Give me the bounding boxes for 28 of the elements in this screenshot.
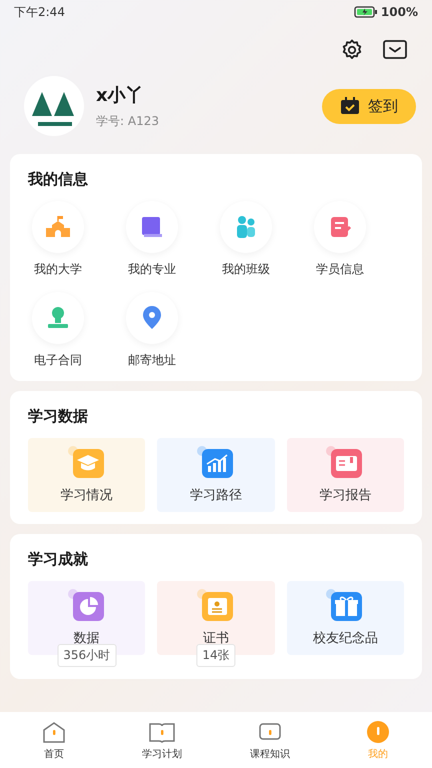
tab[interactable]: 课程知识 [230, 720, 310, 760]
status-time: 下午2:44 [14, 4, 65, 20]
pie-chart-icon [68, 589, 106, 623]
section-title: 我的信息 [28, 170, 88, 189]
battery-icon [354, 6, 378, 18]
tab[interactable]: 学习计划 [122, 720, 202, 760]
student-id: 学号: A123 [96, 112, 160, 130]
study-tile[interactable]: 学习情况 [28, 438, 146, 512]
certificate-icon [196, 589, 235, 623]
graduation-cap-icon [68, 446, 106, 480]
tab[interactable]: 首页 [14, 720, 94, 760]
report-icon [326, 446, 364, 480]
study-tile[interactable]: 学习报告 [286, 438, 404, 512]
battery-percent: 100% [380, 5, 418, 19]
bar-chart-icon [196, 446, 235, 480]
user-name: x小丫 [96, 84, 145, 106]
check-in-button[interactable]: 签到 [322, 88, 416, 124]
count-badge: 356小时 [57, 644, 116, 667]
mail-icon[interactable] [382, 39, 408, 61]
section-title: 学习数据 [28, 407, 88, 426]
count-badge: 14张 [196, 644, 236, 667]
avatar [24, 76, 84, 136]
achievement-tile[interactable]: 校友纪念品 [286, 581, 404, 655]
section-title: 学习成就 [28, 550, 88, 569]
study-tile[interactable]: 学习路径 [157, 438, 275, 512]
settings-icon[interactable] [340, 38, 364, 62]
gift-icon [326, 589, 364, 623]
calendar-check-icon [340, 97, 360, 115]
